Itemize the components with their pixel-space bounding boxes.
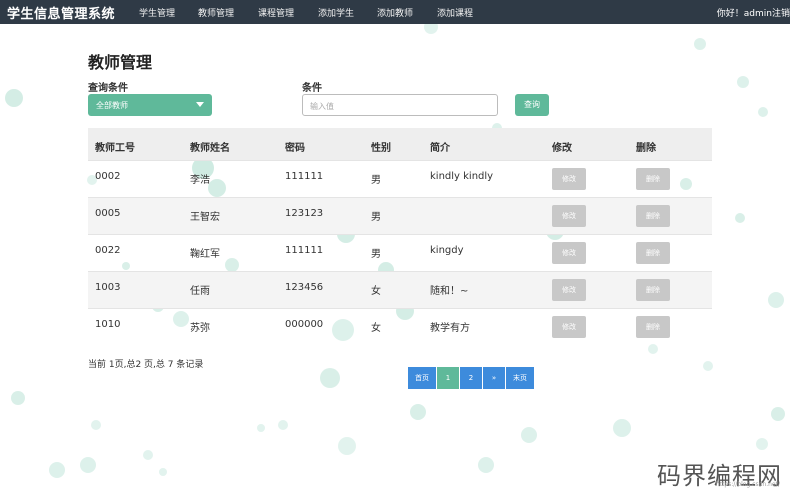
background-bubble — [338, 437, 356, 455]
cell-teacher-name: 王智宏 — [190, 212, 220, 223]
cell-password: 000000 — [285, 319, 324, 330]
background-bubble — [756, 438, 768, 450]
background-bubble — [143, 450, 153, 460]
cell-intro: kingdy — [430, 245, 464, 256]
background-bubble — [91, 420, 101, 430]
cell-password: 123456 — [285, 282, 324, 293]
edit-button[interactable]: 修改 — [552, 279, 586, 301]
cell-teacher-name: 鞠红军 — [190, 249, 220, 260]
delete-button[interactable]: 删除 — [636, 279, 670, 301]
cell-intro: kindly kindly — [430, 171, 494, 182]
pagination-next-button[interactable]: » — [483, 367, 505, 389]
edit-button[interactable]: 修改 — [552, 242, 586, 264]
background-bubble — [735, 213, 745, 223]
nav-course-management[interactable]: 课程管理 — [258, 6, 294, 19]
table-row: 1003 任雨 123456 女 随和！~ 修改 删除 — [88, 271, 712, 309]
cell-teacher-id: 1003 — [95, 282, 121, 293]
cell-gender: 女 — [371, 323, 381, 334]
background-bubble — [320, 368, 340, 388]
filter-select-value: 全部教师 — [96, 101, 128, 110]
nav-add-student[interactable]: 添加学生 — [318, 6, 354, 19]
chevron-down-icon — [196, 102, 204, 107]
user-greeting-logout[interactable]: 你好！admin注销 — [717, 6, 790, 19]
background-bubble — [410, 404, 426, 420]
top-navbar: 学生信息管理系统 学生管理 教师管理 课程管理 添加学生 添加教师 添加课程 你… — [0, 0, 790, 24]
background-bubble — [694, 38, 706, 50]
pagination-first-button[interactable]: 首页 — [408, 367, 436, 389]
pagination-page-2-button[interactable]: 2 — [460, 367, 482, 389]
table-header: 教师工号 教师姓名 密码 性别 简介 修改 删除 — [88, 128, 712, 160]
background-bubble — [771, 407, 785, 421]
table-row: 0002 李浩 111111 男 kindly kindly 修改 删除 — [88, 160, 712, 198]
nav-teacher-management[interactable]: 教师管理 — [198, 6, 234, 19]
record-summary: 当前 1页,总2 页,总 7 条记录 — [88, 360, 204, 370]
column-header-teacher-name: 教师姓名 — [190, 143, 230, 154]
cell-teacher-name: 任雨 — [190, 286, 210, 297]
background-bubble — [278, 420, 288, 430]
nav-student-management[interactable]: 学生管理 — [139, 6, 175, 19]
column-header-password: 密码 — [285, 143, 305, 154]
filter-label: 查询条件 — [88, 83, 128, 94]
column-header-teacher-id: 教师工号 — [95, 143, 135, 154]
table-row: 0005 王智宏 123123 男 修改 删除 — [88, 197, 712, 235]
cell-intro: 随和！~ — [430, 286, 469, 297]
condition-input[interactable]: 输入值 — [302, 94, 498, 116]
background-bubble — [768, 292, 784, 308]
cell-password: 123123 — [285, 208, 324, 219]
cell-intro: 教学有方 — [430, 323, 470, 334]
cell-teacher-id: 0022 — [95, 245, 121, 256]
column-header-intro: 简介 — [430, 143, 450, 154]
nav-add-course[interactable]: 添加课程 — [437, 6, 473, 19]
table-row: 0022 鞠红军 111111 男 kingdy 修改 删除 — [88, 234, 712, 272]
nav-add-teacher[interactable]: 添加教师 — [377, 6, 413, 19]
cell-gender: 男 — [371, 175, 381, 186]
cell-gender: 男 — [371, 249, 381, 260]
delete-button[interactable]: 删除 — [636, 205, 670, 227]
background-bubble — [478, 457, 494, 473]
edit-button[interactable]: 修改 — [552, 168, 586, 190]
cell-teacher-id: 0002 — [95, 171, 121, 182]
query-button[interactable]: 查询 — [515, 94, 549, 116]
watermark-url: https://blog.csdn.net/ — [715, 481, 780, 488]
column-header-edit: 修改 — [552, 143, 572, 154]
edit-button[interactable]: 修改 — [552, 316, 586, 338]
cell-teacher-name: 苏弥 — [190, 323, 210, 334]
pagination-last-button[interactable]: 末页 — [506, 367, 534, 389]
cell-gender: 男 — [371, 212, 381, 223]
cell-teacher-id: 0005 — [95, 208, 121, 219]
background-bubble — [49, 462, 65, 478]
background-bubble — [159, 468, 167, 476]
background-bubble — [5, 89, 23, 107]
background-bubble — [521, 427, 537, 443]
column-header-gender: 性别 — [371, 143, 391, 154]
delete-button[interactable]: 删除 — [636, 242, 670, 264]
background-bubble — [703, 361, 713, 371]
teacher-filter-select[interactable]: 全部教师 — [88, 94, 212, 116]
cell-password: 111111 — [285, 171, 324, 182]
background-bubble — [758, 107, 768, 117]
delete-button[interactable]: 删除 — [636, 168, 670, 190]
cell-teacher-name: 李浩 — [190, 175, 210, 186]
background-bubble — [80, 457, 96, 473]
cell-teacher-id: 1010 — [95, 319, 121, 330]
table-row: 1010 苏弥 000000 女 教学有方 修改 删除 — [88, 308, 712, 346]
background-bubble — [11, 391, 25, 405]
condition-label: 条件 — [302, 83, 322, 94]
background-bubble — [257, 424, 265, 432]
pagination-page-1-button[interactable]: 1 — [437, 367, 459, 389]
cell-gender: 女 — [371, 286, 381, 297]
column-header-delete: 删除 — [636, 143, 656, 154]
condition-input-placeholder: 输入值 — [310, 102, 334, 111]
app-title: 学生信息管理系统 — [7, 7, 116, 22]
edit-button[interactable]: 修改 — [552, 205, 586, 227]
page-title: 教师管理 — [88, 53, 153, 72]
cell-password: 111111 — [285, 245, 324, 256]
background-bubble — [613, 419, 631, 437]
background-bubble — [737, 76, 749, 88]
delete-button[interactable]: 删除 — [636, 316, 670, 338]
